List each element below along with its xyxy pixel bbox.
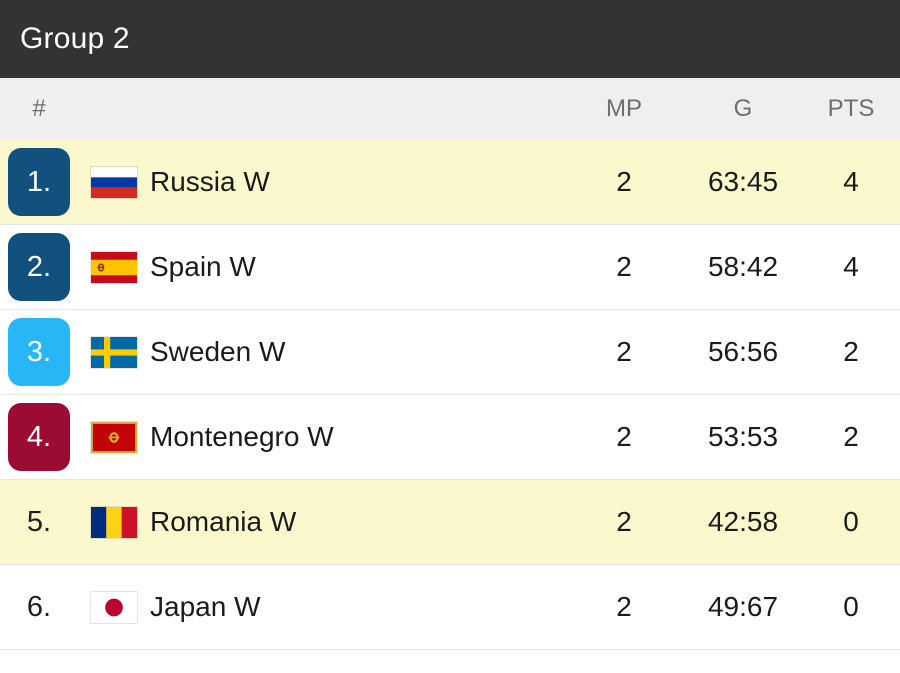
points-cell: 0 bbox=[843, 506, 859, 537]
rank-cell: 3. bbox=[0, 318, 78, 386]
team-cell[interactable]: Montenegro W bbox=[78, 421, 570, 453]
column-header-g: G bbox=[733, 95, 753, 122]
rank-badge: 1. bbox=[8, 148, 70, 216]
flag-montenegro-icon bbox=[78, 421, 150, 453]
team-name: Russia W bbox=[150, 166, 270, 197]
goals-cell: 58:42 bbox=[707, 251, 779, 282]
footer-spacer bbox=[0, 661, 900, 673]
column-header-pts: PTS bbox=[827, 95, 875, 122]
goals-cell: 53:53 bbox=[707, 421, 779, 452]
column-header-rank: # bbox=[32, 95, 46, 122]
standings-widget: Group 2 # MP G PTS 1. Russia W 2 63:45 4 2. Sp… bbox=[0, 0, 900, 673]
rank-badge: 2. bbox=[8, 233, 70, 301]
points-cell: 2 bbox=[843, 421, 859, 452]
rank-cell: 5. bbox=[0, 488, 78, 556]
matches-played-cell: 2 bbox=[616, 506, 632, 537]
points-cell: 4 bbox=[843, 251, 859, 282]
table-row[interactable]: 2. Spain W 2 58:42 4 bbox=[0, 225, 900, 310]
flag-spain-icon bbox=[78, 251, 150, 283]
rank-badge: 4. bbox=[8, 403, 70, 471]
table-row[interactable]: 4. Montenegro W 2 53:53 2 bbox=[0, 395, 900, 480]
team-name: Spain W bbox=[150, 251, 256, 282]
team-name: Montenegro W bbox=[150, 421, 334, 452]
matches-played-cell: 2 bbox=[616, 251, 632, 282]
rank-number: 6. bbox=[26, 590, 52, 623]
standings-rows: 1. Russia W 2 63:45 4 2. Spain W 2 58:42 4 3. Swede… bbox=[0, 140, 900, 662]
goals-cell: 42:58 bbox=[707, 506, 779, 537]
table-row[interactable]: 6. Japan W 2 49:67 0 bbox=[0, 565, 900, 650]
matches-played-cell: 2 bbox=[616, 336, 632, 367]
column-header-mp: MP bbox=[606, 95, 642, 122]
table-row[interactable]: 3. Sweden W 2 56:56 2 bbox=[0, 310, 900, 395]
rank-cell: 4. bbox=[0, 403, 78, 471]
page-title: Group 2 bbox=[20, 22, 130, 55]
matches-played-cell: 2 bbox=[616, 166, 632, 197]
table-column-header: # MP G PTS bbox=[0, 78, 900, 140]
table-row[interactable]: 1. Russia W 2 63:45 4 bbox=[0, 140, 900, 225]
team-name: Japan W bbox=[150, 591, 261, 622]
points-cell: 4 bbox=[843, 166, 859, 197]
flag-russia-icon bbox=[78, 166, 150, 198]
group-title-bar: Group 2 bbox=[0, 0, 900, 78]
team-name: Sweden W bbox=[150, 336, 286, 367]
goals-cell: 49:67 bbox=[707, 591, 779, 622]
table-row[interactable]: 5. Romania W 2 42:58 0 bbox=[0, 480, 900, 565]
rank-cell: 6. bbox=[0, 573, 78, 641]
flag-romania-icon bbox=[78, 506, 150, 538]
points-cell: 0 bbox=[843, 591, 859, 622]
team-name: Romania W bbox=[150, 506, 297, 537]
team-cell[interactable]: Japan W bbox=[78, 591, 570, 623]
points-cell: 2 bbox=[843, 336, 859, 367]
team-cell[interactable]: Spain W bbox=[78, 251, 570, 283]
flag-sweden-icon bbox=[78, 336, 150, 368]
team-cell[interactable]: Sweden W bbox=[78, 336, 570, 368]
rank-number: 5. bbox=[26, 505, 52, 538]
goals-cell: 56:56 bbox=[707, 336, 779, 367]
rank-cell: 1. bbox=[0, 148, 78, 216]
team-cell[interactable]: Romania W bbox=[78, 506, 570, 538]
rank-cell: 2. bbox=[0, 233, 78, 301]
matches-played-cell: 2 bbox=[616, 591, 632, 622]
team-cell[interactable]: Russia W bbox=[78, 166, 570, 198]
matches-played-cell: 2 bbox=[616, 421, 632, 452]
rank-badge: 3. bbox=[8, 318, 70, 386]
goals-cell: 63:45 bbox=[707, 166, 779, 197]
flag-japan-icon bbox=[78, 591, 150, 623]
